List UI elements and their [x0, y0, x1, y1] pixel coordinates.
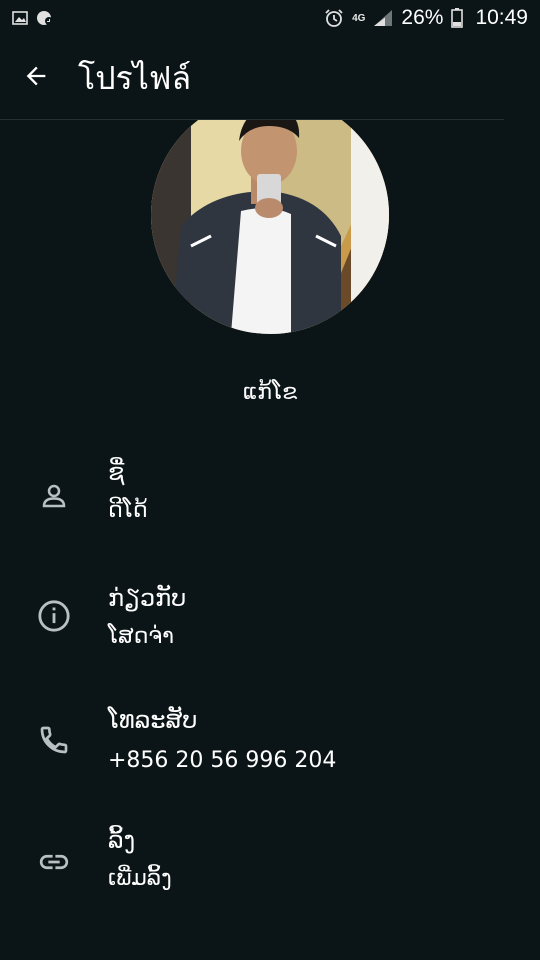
about-label: ກ່ຽວກັບ [108, 584, 187, 612]
person-icon [34, 476, 74, 516]
link-label: ລິ້ງ [108, 826, 136, 854]
phone-value: +856 20 56 996 204 [108, 748, 337, 773]
battery-icon [451, 8, 464, 28]
messenger-notification-icon [36, 10, 54, 26]
link-row[interactable]: ລິ້ງ ເພີ່ມລິ້ງ [0, 818, 540, 908]
back-button[interactable] [0, 36, 72, 120]
phone-row[interactable]: ໂທລະສັບ +856 20 56 996 204 [0, 694, 540, 784]
add-link-value: ເພີ່ມລິ້ງ [108, 866, 172, 891]
name-value: ດີໂດ້ [108, 498, 148, 523]
profile-photo[interactable] [151, 120, 389, 334]
clock: 10:49 [475, 6, 528, 29]
name-row[interactable]: ຊື່ ດີໂດ້ [0, 450, 540, 540]
link-icon [34, 842, 74, 882]
status-bar: 4G 26% 10:49 [0, 0, 540, 36]
status-bar-right: 4G 26% 10:49 [324, 6, 528, 30]
avatar-container [0, 120, 540, 360]
alarm-icon [324, 8, 344, 28]
info-icon [34, 596, 74, 636]
battery-percent: 26% [401, 6, 444, 29]
about-value: ໂສດຈ່າ [108, 624, 174, 649]
profile-name: ແກ້ໂຂ [242, 380, 298, 405]
name-label: ຊື່ [108, 458, 125, 486]
phone-icon [34, 720, 74, 760]
about-row[interactable]: ກ່ຽວກັບ ໂສດຈ່າ [0, 572, 540, 662]
network-type: 4G [352, 12, 366, 24]
status-bar-left [12, 10, 54, 26]
arrow-back-icon [22, 62, 50, 94]
signal-icon [373, 9, 393, 27]
phone-label: ໂທລະສັບ [108, 706, 198, 734]
page-title: โปรไฟล์ [78, 58, 192, 97]
gallery-notification-icon [12, 11, 28, 25]
app-bar: โปรไฟล์ [0, 36, 540, 120]
